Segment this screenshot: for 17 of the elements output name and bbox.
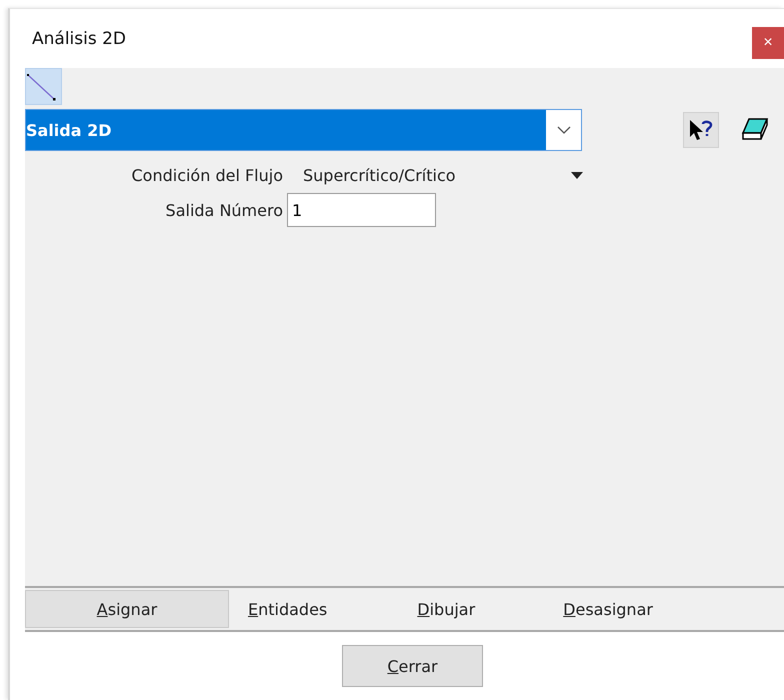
- field-label: Salida Número: [164, 200, 284, 220]
- action-tab[interactable]: Asignar: [25, 590, 229, 628]
- pointer-question-icon: [687, 117, 715, 143]
- close-dialog-button[interactable]: Cerrar: [342, 645, 483, 687]
- caret-icon: [571, 172, 583, 178]
- help-pointer-button[interactable]: [683, 112, 719, 148]
- chevron-down-icon: [556, 126, 570, 134]
- window-title: Análisis 2D: [32, 28, 126, 48]
- action-tab[interactable]: Entidades: [247, 590, 328, 628]
- line-tool-button[interactable]: [25, 68, 62, 105]
- action-tab[interactable]: Dibujar: [416, 590, 476, 628]
- entity-type-dropdown[interactable]: Salida 2D: [25, 109, 582, 151]
- input-field[interactable]: 1: [287, 193, 436, 227]
- field-label: Condición del Flujo: [130, 166, 284, 184]
- close-button[interactable]: ×: [752, 26, 784, 58]
- action-tab[interactable]: Desasignar: [562, 590, 654, 628]
- flow-condition-dropdown[interactable]: Supercrítico/Crítico: [287, 161, 583, 189]
